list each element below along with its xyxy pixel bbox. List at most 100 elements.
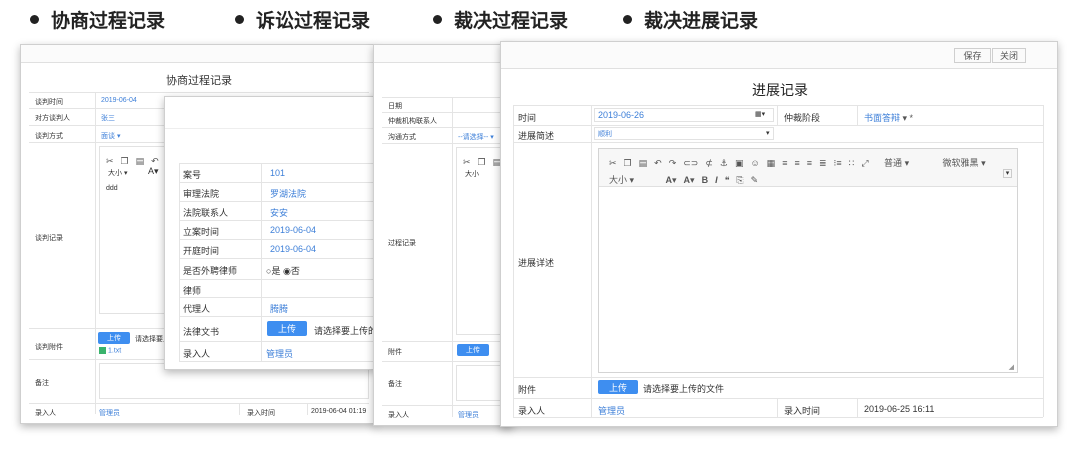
font-color-icon[interactable]: A▾ — [148, 166, 159, 177]
progress-upload-hint: 请选择要上传的文件 — [643, 384, 725, 394]
progress-rec-time-value: 2019-06-25 16:11 — [864, 404, 935, 414]
consult-time-value[interactable]: 2019-06-04 — [101, 97, 137, 104]
font-family-select[interactable]: 微软雅黑 ▾ — [943, 156, 986, 169]
court-contact-label: 法院联系人 — [183, 208, 229, 218]
justify-icon[interactable]: ≣ — [819, 158, 827, 169]
align-left-icon[interactable]: ≡ — [782, 158, 787, 168]
progress-recorder-label: 录入人 — [518, 406, 546, 416]
arb-font-size[interactable]: 大小 — [465, 169, 479, 179]
unlink-icon[interactable]: ⊄ — [705, 158, 713, 169]
italic-icon[interactable]: I — [715, 175, 718, 185]
copy-icon[interactable]: ❐ — [478, 157, 486, 168]
redo-icon[interactable]: ↷ — [669, 158, 677, 169]
court-contact-value[interactable]: 安安 — [270, 206, 288, 219]
hire-lawyer-label: 是否外聘律师 — [183, 266, 238, 276]
arbitration-topbar — [374, 45, 512, 63]
cut-icon[interactable]: ✂ — [463, 157, 471, 168]
arb-recorder-label: 录入人 — [388, 412, 409, 419]
paste-icon[interactable]: ▤ — [639, 158, 648, 169]
consult-font-size[interactable]: 大小 ▾ — [108, 168, 127, 178]
progress-time-input[interactable]: 2019-06-26 ▦▾ — [594, 108, 774, 122]
arb-process-label: 过程记录 — [388, 240, 416, 247]
progress-editor[interactable]: ✂ ❐ ▤ ↶ ↷ ⊂⊃ ⊄ ⚓ ▣ ☺ ▦ ≡ ≡ ≡ ≣ ⁝≡ ∷ ⤢ 普通 ▾ 微软雅黑 ▾ 大小 ▾ A▾… — [598, 148, 1018, 373]
paste-icon[interactable]: ▤ — [136, 156, 145, 167]
bullet-icon — [623, 15, 632, 24]
align-right-icon[interactable]: ≡ — [807, 158, 812, 168]
consult-attach-label: 谈判附件 — [35, 344, 63, 351]
editor-toolbar: ✂ ❐ ▤ ↶ ↷ ⊂⊃ ⊄ ⚓ ▣ ☺ ▦ ≡ ≡ ≡ ≣ ⁝≡ ∷ ⤢ 普通 ▾ 微软雅黑 ▾ 大小 ▾ A▾… — [599, 149, 1017, 187]
code-icon[interactable]: ⎘ — [736, 175, 743, 186]
hire-lawyer-radio[interactable]: ○是 ◉否 — [266, 264, 300, 277]
arb-comm-select[interactable]: --请选择-- ▾ — [458, 132, 494, 142]
consult-opponent-value[interactable]: 张三 — [101, 113, 115, 123]
court-label: 审理法院 — [183, 189, 220, 199]
consult-method-select[interactable]: 面谈 ▾ — [101, 131, 120, 141]
close-button[interactable]: 关闭 — [992, 48, 1026, 63]
file-time-value[interactable]: 2019-06-04 — [270, 225, 316, 235]
progress-window: 保存 关闭 进展记录 时间 2019-06-26 ▦▾ 仲裁阶段 书面答辩 ▾ … — [500, 41, 1058, 427]
litigation-window: 案号 101 审理法院 罗湖法院 法院联系人 安安 立案时间 2019-06-0… — [164, 96, 376, 370]
progress-stage-select[interactable]: 书面答辩 ▾ * — [864, 111, 913, 124]
fullscreen-icon[interactable]: ⤢ — [861, 158, 868, 169]
consult-file-link[interactable]: 1.txt — [99, 347, 121, 354]
align-center-icon[interactable]: ≡ — [794, 158, 799, 168]
heading-litigation: 诉讼过程记录 — [235, 6, 370, 33]
arbitration-window: 日期 仲裁机构联系人 沟通方式 --请选择-- ▾ ✂ ❐ ▤ 大小 过程记录 附件… — [373, 44, 513, 426]
copy-icon[interactable]: ❐ — [121, 156, 129, 167]
progress-recorder-value: 管理员 — [598, 406, 626, 416]
consult-recorder-label: 录入人 — [35, 410, 56, 417]
progress-stage-label: 仲裁阶段 — [784, 113, 821, 123]
court-value[interactable]: 罗湖法院 — [270, 187, 306, 200]
consult-recorder-value: 管理员 — [99, 410, 120, 417]
quote-icon[interactable]: ❝ — [725, 175, 730, 186]
arb-note-label: 备注 — [388, 381, 402, 388]
link-icon[interactable]: ⊂⊃ — [683, 158, 698, 169]
case-no-value[interactable]: 101 — [270, 168, 285, 178]
table-icon[interactable]: ▦ — [767, 158, 776, 169]
consult-method-label: 谈判方式 — [35, 133, 63, 140]
litigation-recorder-value: 管理员 — [266, 349, 294, 359]
bullet-list-icon[interactable]: ∷ — [849, 158, 855, 169]
cut-icon[interactable]: ✂ — [609, 158, 617, 169]
consult-time-label: 谈判时间 — [35, 99, 63, 106]
progress-rec-time-label: 录入时间 — [784, 406, 821, 416]
anchor-icon[interactable]: ⚓ — [720, 158, 728, 169]
undo-icon[interactable]: ↶ — [654, 158, 662, 169]
consult-topbar — [21, 45, 375, 63]
consult-upload-button[interactable]: 上传 — [98, 332, 130, 344]
calendar-icon[interactable]: ▦▾ — [755, 110, 765, 118]
emoji-icon[interactable]: ☺ — [750, 158, 759, 168]
progress-detail-label: 进展详述 — [518, 258, 555, 268]
font-color-icon[interactable]: A▾ — [666, 175, 677, 186]
heading-arbitration: 裁决过程记录 — [433, 6, 568, 33]
image-icon[interactable]: ▣ — [735, 158, 744, 169]
bold-icon[interactable]: B — [702, 175, 709, 185]
agent-label: 代理人 — [183, 304, 211, 314]
open-time-value[interactable]: 2019-06-04 — [270, 244, 316, 254]
progress-title: 进展记录 — [752, 82, 808, 98]
consult-rec-time-value: 2019-06-04 01:19 — [311, 408, 367, 415]
ordered-list-icon[interactable]: ⁝≡ — [834, 158, 842, 169]
consult-record-text: ddd — [106, 185, 118, 192]
arb-attach-label: 附件 — [388, 349, 402, 356]
save-button[interactable]: 保存 — [954, 48, 991, 63]
copy-icon[interactable]: ❐ — [624, 158, 632, 169]
arb-upload-button[interactable]: 上传 — [457, 344, 489, 356]
clear-format-icon[interactable]: ✎ — [751, 175, 759, 186]
bullet-icon — [433, 15, 442, 24]
progress-summary-select[interactable]: 顺利 ▾ — [594, 127, 774, 140]
legal-doc-upload-button[interactable]: 上传 — [267, 321, 307, 336]
consult-rec-time-label: 录入时间 — [247, 410, 275, 417]
expand-toolbar-icon[interactable]: ▾ — [1003, 169, 1012, 178]
font-size-select[interactable]: 大小 ▾ — [609, 173, 634, 186]
paragraph-style-select[interactable]: 普通 ▾ — [884, 156, 909, 169]
cut-icon[interactable]: ✂ — [106, 156, 114, 167]
resize-handle-icon[interactable]: ◢ — [1009, 363, 1014, 371]
bullet-icon — [235, 15, 244, 24]
progress-summary-label: 进展简述 — [518, 131, 555, 141]
heading-progress: 裁决进展记录 — [623, 6, 758, 33]
bg-color-icon[interactable]: A▾ — [684, 175, 695, 186]
progress-upload-button[interactable]: 上传 — [598, 380, 638, 394]
agent-value[interactable]: 腾腾 — [270, 302, 288, 315]
lawyer-label: 律师 — [183, 286, 202, 296]
